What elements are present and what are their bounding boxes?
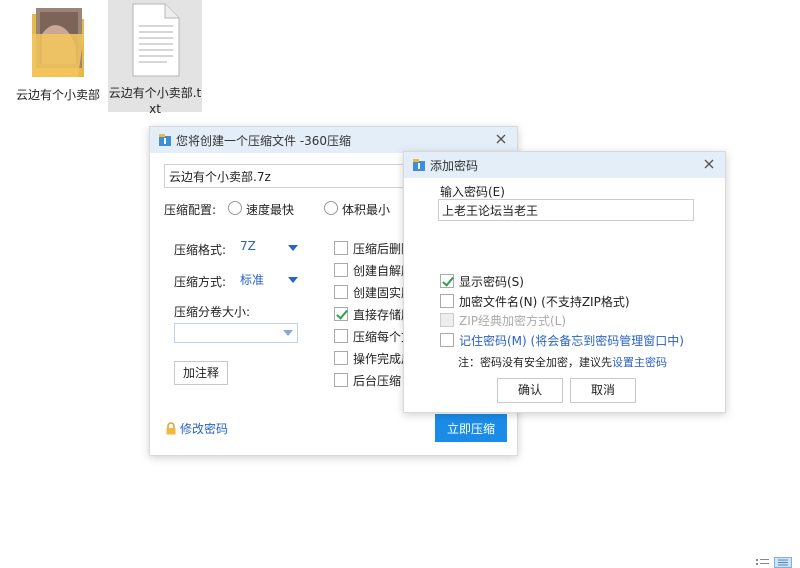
checkbox[interactable] [334, 241, 348, 255]
chevron-down-icon [283, 330, 293, 336]
compress-config-label: 压缩配置: [164, 203, 217, 217]
chevron-down-icon [288, 277, 298, 283]
zip-classic-label: ZIP经典加密方式(L) [459, 313, 567, 328]
checkbox[interactable] [334, 351, 348, 365]
format-dropdown[interactable]: 7Z [240, 239, 298, 259]
method-dropdown[interactable]: 标准 [240, 271, 298, 291]
remember-password-checkbox[interactable] [440, 333, 454, 347]
format-label: 压缩格式: [174, 243, 227, 257]
show-password-option[interactable]: 显示密码(S) [440, 272, 524, 290]
show-password-checkbox[interactable] [440, 274, 454, 288]
close-icon[interactable] [493, 131, 509, 147]
checkbox[interactable] [334, 373, 348, 387]
details-view-icon[interactable] [774, 557, 792, 568]
zip-classic-option: ZIP经典加密方式(L) [440, 311, 566, 329]
split-size-combobox[interactable] [174, 323, 298, 343]
add-password-dialog: 添加密码 输入密码(E) 上老王论坛当老王 显示密码(S) 加密文件名(N) (… [403, 151, 726, 413]
archive-filename-value: 云边有个小卖部.7z [169, 170, 271, 184]
checkbox[interactable] [334, 285, 348, 299]
close-icon[interactable] [701, 156, 717, 172]
archive-app-icon [159, 134, 171, 146]
show-password-label: 显示密码(S) [459, 274, 524, 289]
compress-window-titlebar: 您将创建一个压缩文件 -360压缩 [150, 127, 517, 153]
encrypt-filenames-label: 加密文件名(N) (不支持ZIP格式) [459, 294, 630, 309]
set-master-password-link[interactable]: 设置主密码 [612, 356, 667, 369]
checkbox-row[interactable]: 压缩后删除 [334, 237, 414, 259]
password-dialog-titlebar: 添加密码 [404, 152, 725, 178]
radio-smallest-label: 体积最小 [342, 203, 391, 217]
chevron-down-icon [288, 245, 298, 251]
checkbox-row[interactable]: 操作完成后 [334, 347, 414, 369]
password-dialog-title: 添加密码 [430, 158, 479, 173]
remember-password-option[interactable]: 记住密码(M) (将会备忘到密码管理窗口中) [440, 331, 684, 349]
remember-password-label: 记住密码(M) (将会备忘到密码管理窗口中) [459, 333, 684, 348]
desktop-folder-icon[interactable]: 云边有个小卖部 [10, 0, 106, 112]
encrypt-filenames-option[interactable]: 加密文件名(N) (不支持ZIP格式) [440, 292, 630, 310]
checkbox-row[interactable]: 压缩每个文 [334, 325, 414, 347]
checkbox-row[interactable]: 创建自解压 [334, 259, 414, 281]
cancel-button[interactable]: 取消 [570, 378, 636, 403]
txt-file-label: 云边有个小卖部.txt [108, 86, 202, 116]
password-note-text: 注：密码没有安全加密，建议先 [458, 356, 612, 369]
password-input-label: 输入密码(E) [440, 185, 505, 199]
text-file-icon [132, 3, 180, 77]
encrypt-filenames-checkbox[interactable] [440, 294, 454, 308]
checkbox[interactable] [334, 329, 348, 343]
method-value: 标准 [240, 273, 265, 287]
change-password-link[interactable]: 修改密码 [165, 420, 228, 437]
checkbox[interactable] [334, 307, 348, 321]
format-value: 7Z [240, 239, 256, 253]
checkbox-row[interactable]: 直接存储压 [334, 303, 414, 325]
radio-fastest-label: 速度最快 [246, 203, 295, 217]
compress-now-button[interactable]: 立即压缩 [435, 414, 507, 442]
desktop-txt-file[interactable]: 云边有个小卖部.txt [108, 0, 202, 116]
checkbox-row[interactable]: 创建固实压 [334, 281, 414, 303]
checkbox-label: 后台压缩 [353, 373, 402, 388]
checkbox-row[interactable]: 后台压缩 [334, 369, 414, 391]
lock-icon [166, 422, 176, 435]
checkbox[interactable] [334, 263, 348, 277]
zip-classic-checkbox [440, 313, 454, 327]
archive-app-icon [413, 159, 425, 171]
password-input[interactable]: 上老王论坛当老王 [438, 199, 694, 221]
compress-window-title: 您将创建一个压缩文件 -360压缩 [176, 133, 352, 148]
add-comment-button[interactable]: 加注释 [174, 361, 228, 385]
ok-button[interactable]: 确认 [497, 378, 563, 403]
list-view-icon[interactable] [754, 557, 772, 568]
change-password-label: 修改密码 [180, 422, 229, 436]
radio-smallest[interactable] [324, 201, 338, 215]
folder-label: 云边有个小卖部 [15, 88, 100, 102]
password-note: 注：密码没有安全加密，建议先设置主密码 [458, 354, 667, 370]
options-checkbox-list: 压缩后删除 创建自解压 创建固实压 直接存储压 压缩每个文 操作完成后 后台压缩 [334, 237, 414, 391]
radio-fastest[interactable] [228, 201, 242, 215]
folder-icon [32, 8, 84, 77]
password-input-value: 上老王论坛当老王 [442, 204, 539, 218]
method-label: 压缩方式: [174, 275, 227, 289]
split-size-label: 压缩分卷大小: [174, 305, 251, 319]
